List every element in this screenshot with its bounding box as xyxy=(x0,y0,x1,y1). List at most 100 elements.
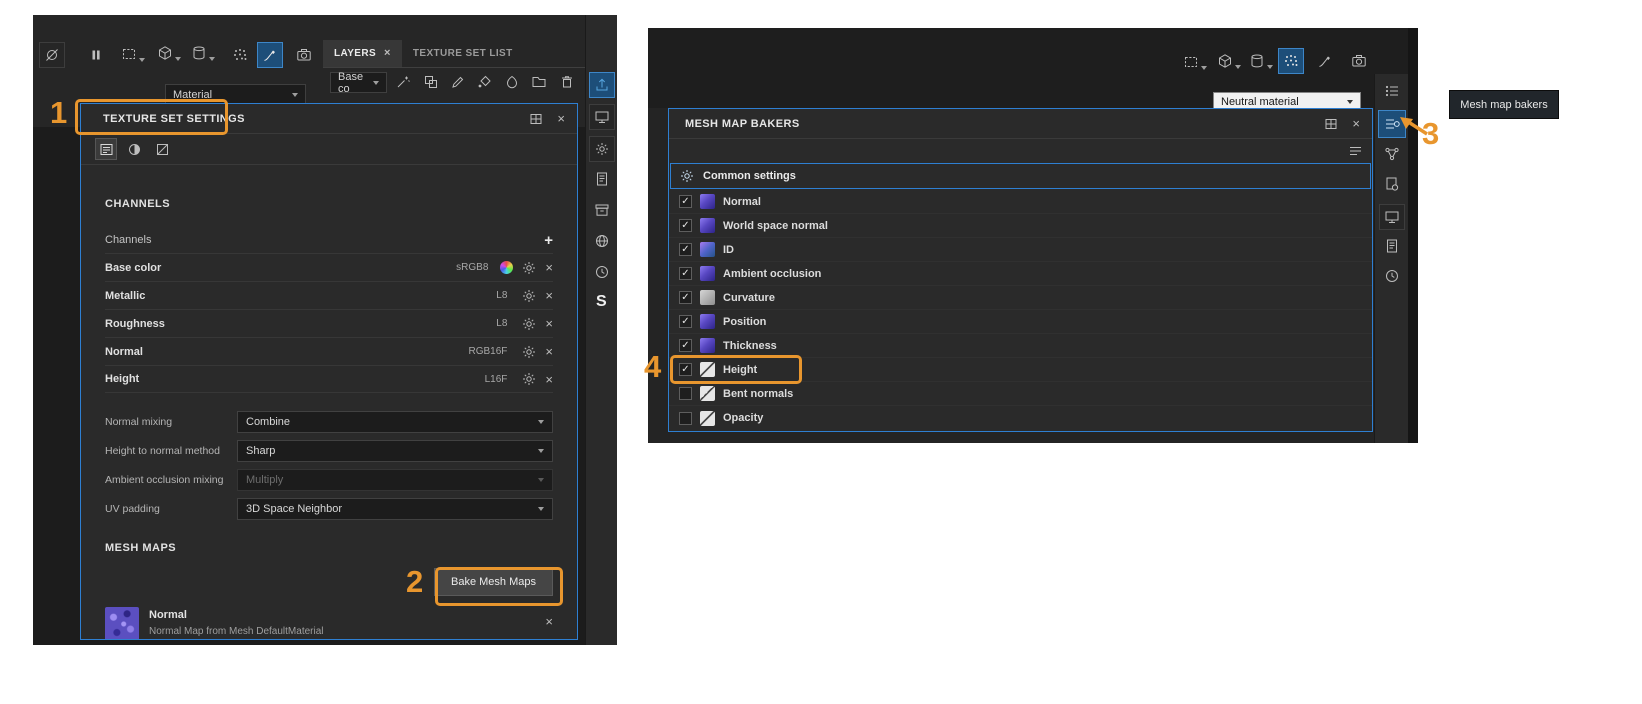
camera-tool-button[interactable] xyxy=(1346,48,1372,74)
tab-texture-set-settings-icon[interactable] xyxy=(95,138,117,160)
baker-checkbox[interactable]: ✓ xyxy=(679,363,692,376)
add-folder-icon[interactable] xyxy=(531,74,547,90)
blend-mode-dropdown[interactable]: Base co xyxy=(330,71,387,95)
properties-list-icon[interactable] xyxy=(1384,83,1400,99)
baker-row-height[interactable]: ✓ Height xyxy=(669,358,1372,382)
baker-row-id[interactable]: ✓ ID xyxy=(669,238,1372,262)
channel-format[interactable]: L8 xyxy=(496,318,507,329)
tab-layers[interactable]: LAYERS × xyxy=(323,40,402,67)
baker-row-thickness[interactable]: ✓ Thickness xyxy=(669,334,1372,358)
channel-format[interactable]: L16F xyxy=(485,374,508,385)
mesh-map-entry-normal[interactable]: Normal Normal Map from Mesh DefaultMater… xyxy=(105,607,553,639)
channel-row-roughness[interactable]: Roughness L8 × xyxy=(105,309,553,337)
tab-texture-set-list[interactable]: TEXTURE SET LIST xyxy=(402,40,524,67)
tab-shader-settings-icon[interactable] xyxy=(123,138,145,160)
normal-mixing-select[interactable]: Combine xyxy=(237,411,553,433)
channel-format[interactable]: L8 xyxy=(496,290,507,301)
baker-checkbox[interactable]: ✓ xyxy=(679,219,692,232)
export-textures-button[interactable] xyxy=(589,72,615,98)
clear-mesh-map-icon[interactable]: × xyxy=(545,615,553,628)
remove-channel-icon[interactable]: × xyxy=(545,261,553,274)
baker-row-bent-normals[interactable]: Bent normals xyxy=(669,382,1372,406)
filter-lines-icon[interactable] xyxy=(1348,144,1363,158)
display-settings-button[interactable] xyxy=(1379,204,1405,230)
baker-row-ambient-occlusion[interactable]: ✓ Ambient occlusion xyxy=(669,262,1372,286)
texture-set-settings-header[interactable]: TEXTURE SET SETTINGS × xyxy=(81,104,577,134)
baker-checkbox[interactable] xyxy=(679,411,692,425)
baker-checkbox[interactable]: ✓ xyxy=(679,267,692,280)
close-icon[interactable]: × xyxy=(557,112,565,125)
add-effect-wand-icon[interactable] xyxy=(395,74,411,90)
channel-row-metallic[interactable]: Metallic L8 × xyxy=(105,281,553,309)
channel-row-height[interactable]: Height L16F × xyxy=(105,365,553,393)
particles-tool-button[interactable] xyxy=(227,42,253,68)
particles-tool-button[interactable] xyxy=(1278,48,1304,74)
bake-mesh-maps-button[interactable]: Bake Mesh Maps xyxy=(434,568,553,596)
channel-row-normal[interactable]: Normal RGB16F × xyxy=(105,337,553,365)
document-settings-icon[interactable] xyxy=(1384,176,1400,192)
channel-row-base-color[interactable]: Base color sRGB8 × xyxy=(105,253,553,281)
close-icon[interactable]: × xyxy=(1352,117,1360,130)
instantiate-layer-icon[interactable] xyxy=(423,74,439,90)
channel-gear-icon[interactable] xyxy=(522,345,536,359)
mesh-map-bakers-header[interactable]: MESH MAP BAKERS × xyxy=(669,109,1372,139)
cube-tool-button[interactable] xyxy=(1217,53,1241,69)
remove-channel-icon[interactable]: × xyxy=(545,345,553,358)
symmetry-toggle-button[interactable] xyxy=(39,42,65,68)
add-smart-material-icon[interactable] xyxy=(504,74,520,90)
baker-checkbox[interactable]: ✓ xyxy=(679,291,692,304)
remove-channel-icon[interactable]: × xyxy=(545,317,553,330)
history-clock-icon[interactable] xyxy=(594,264,610,280)
baker-checkbox[interactable]: ✓ xyxy=(679,195,692,208)
display-settings-button[interactable] xyxy=(589,104,615,130)
viewer-settings-button[interactable] xyxy=(589,136,615,162)
marquee-tool-button[interactable] xyxy=(1183,54,1207,70)
cylinder-tool-button[interactable] xyxy=(1249,53,1273,69)
texture-set-list-doc-icon[interactable] xyxy=(594,171,610,187)
channel-format[interactable]: sRGB8 xyxy=(456,262,488,273)
baker-checkbox[interactable]: ✓ xyxy=(679,315,692,328)
baker-row-curvature[interactable]: ✓ Curvature xyxy=(669,286,1372,310)
add-paint-layer-icon[interactable] xyxy=(450,74,466,90)
paint-brush-tool-button[interactable] xyxy=(257,42,283,68)
baker-checkbox[interactable]: ✓ xyxy=(679,339,692,352)
channel-gear-icon[interactable] xyxy=(522,372,536,386)
channel-format[interactable]: RGB16F xyxy=(469,346,508,357)
marquee-tool-button[interactable] xyxy=(121,46,145,62)
chevron-down-icon xyxy=(1235,65,1241,69)
node-graph-icon[interactable] xyxy=(1384,146,1400,162)
channel-gear-icon[interactable] xyxy=(522,317,536,331)
dock-grid-icon[interactable] xyxy=(1324,117,1338,131)
cube-tool-button[interactable] xyxy=(157,45,181,61)
dock-grid-icon[interactable] xyxy=(529,112,543,126)
height-to-normal-select[interactable]: Sharp xyxy=(237,440,553,462)
material-mode-dropdown[interactable]: Material xyxy=(165,84,306,105)
delete-layer-trash-icon[interactable] xyxy=(559,74,575,90)
uv-padding-select[interactable]: 3D Space Neighbor xyxy=(237,498,553,520)
camera-tool-button[interactable] xyxy=(291,42,317,68)
cylinder-tool-button[interactable] xyxy=(191,45,215,61)
common-settings-row[interactable]: Common settings xyxy=(670,163,1371,189)
remove-channel-icon[interactable]: × xyxy=(545,373,553,386)
shelf-archive-icon[interactable] xyxy=(594,202,610,218)
tab-close-icon[interactable]: × xyxy=(384,48,391,59)
substance-logo[interactable]: S xyxy=(596,293,607,311)
color-space-palette-icon[interactable] xyxy=(500,261,514,274)
texture-set-list-doc-icon[interactable] xyxy=(1384,238,1400,254)
remove-channel-icon[interactable]: × xyxy=(545,289,553,302)
history-clock-icon[interactable] xyxy=(1384,268,1400,284)
add-fill-layer-icon[interactable] xyxy=(477,74,493,90)
baker-row-opacity[interactable]: Opacity xyxy=(669,406,1372,430)
baker-row-normal[interactable]: ✓ Normal xyxy=(669,190,1372,214)
channel-gear-icon[interactable] xyxy=(522,289,536,303)
baker-row-world-space-normal[interactable]: ✓ World space normal xyxy=(669,214,1372,238)
resources-globe-icon[interactable] xyxy=(594,233,610,249)
baker-row-position[interactable]: ✓ Position xyxy=(669,310,1372,334)
add-channel-icon[interactable]: + xyxy=(544,233,553,248)
tab-display-settings-icon[interactable] xyxy=(151,138,173,160)
baker-checkbox[interactable] xyxy=(679,387,692,400)
channel-gear-icon[interactable] xyxy=(522,261,536,275)
paint-brush-tool-button[interactable] xyxy=(1312,48,1338,74)
pause-engine-button[interactable] xyxy=(83,42,109,68)
baker-checkbox[interactable]: ✓ xyxy=(679,243,692,256)
